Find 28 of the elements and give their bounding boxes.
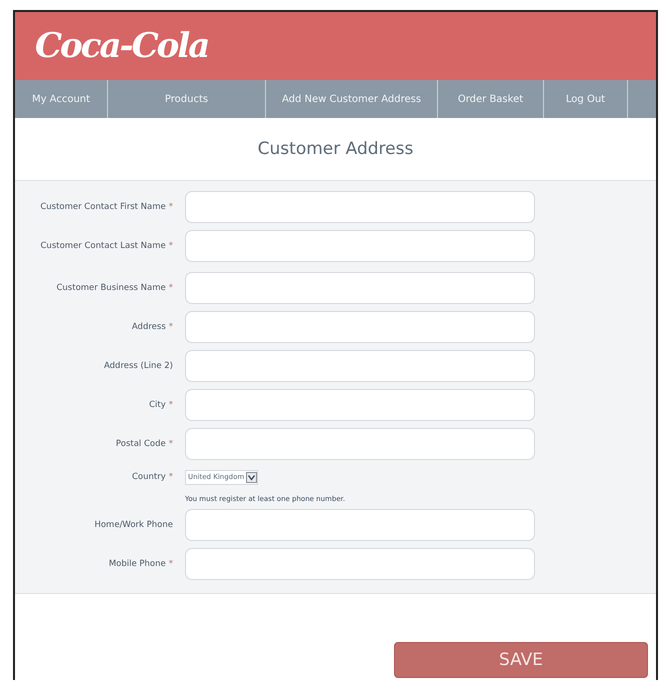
- field-label: Customer Contact First Name *: [39, 202, 173, 212]
- field-label: Mobile Phone *: [108, 559, 173, 569]
- field-label: Customer Business Name *: [55, 283, 173, 293]
- field-label: Customer Contact Last Name *: [40, 241, 173, 251]
- page-title: Customer Address: [258, 139, 414, 159]
- input-field[interactable]: [185, 428, 535, 460]
- nav-link[interactable]: Add New Customer Address: [266, 80, 438, 118]
- nav-link[interactable]: Log Out: [544, 80, 628, 118]
- field-label: Postal Code *: [114, 439, 173, 449]
- input-field[interactable]: [185, 191, 535, 223]
- input-field[interactable]: [185, 272, 535, 304]
- field-label: Home/Work Phone: [93, 520, 173, 530]
- input-field[interactable]: [185, 230, 535, 262]
- input-field[interactable]: [185, 548, 535, 580]
- nav-link[interactable]: Order Basket: [438, 80, 544, 118]
- field-label: Address *: [130, 322, 173, 332]
- caret-icon: [246, 472, 258, 482]
- input-field[interactable]: [185, 509, 535, 541]
- logo[interactable]: Coca-Cola: [35, 26, 208, 66]
- nav-link[interactable]: My Account: [15, 80, 108, 118]
- input-field[interactable]: [185, 350, 535, 382]
- input-field[interactable]: [185, 389, 535, 421]
- field-label: City *: [148, 400, 173, 410]
- save-button[interactable]: SAVE: [394, 642, 648, 678]
- nav-link[interactable]: Products: [108, 80, 266, 118]
- input-field[interactable]: [185, 311, 535, 343]
- field-label: Address (Line 2): [102, 361, 173, 371]
- field-label: Country *: [130, 472, 173, 482]
